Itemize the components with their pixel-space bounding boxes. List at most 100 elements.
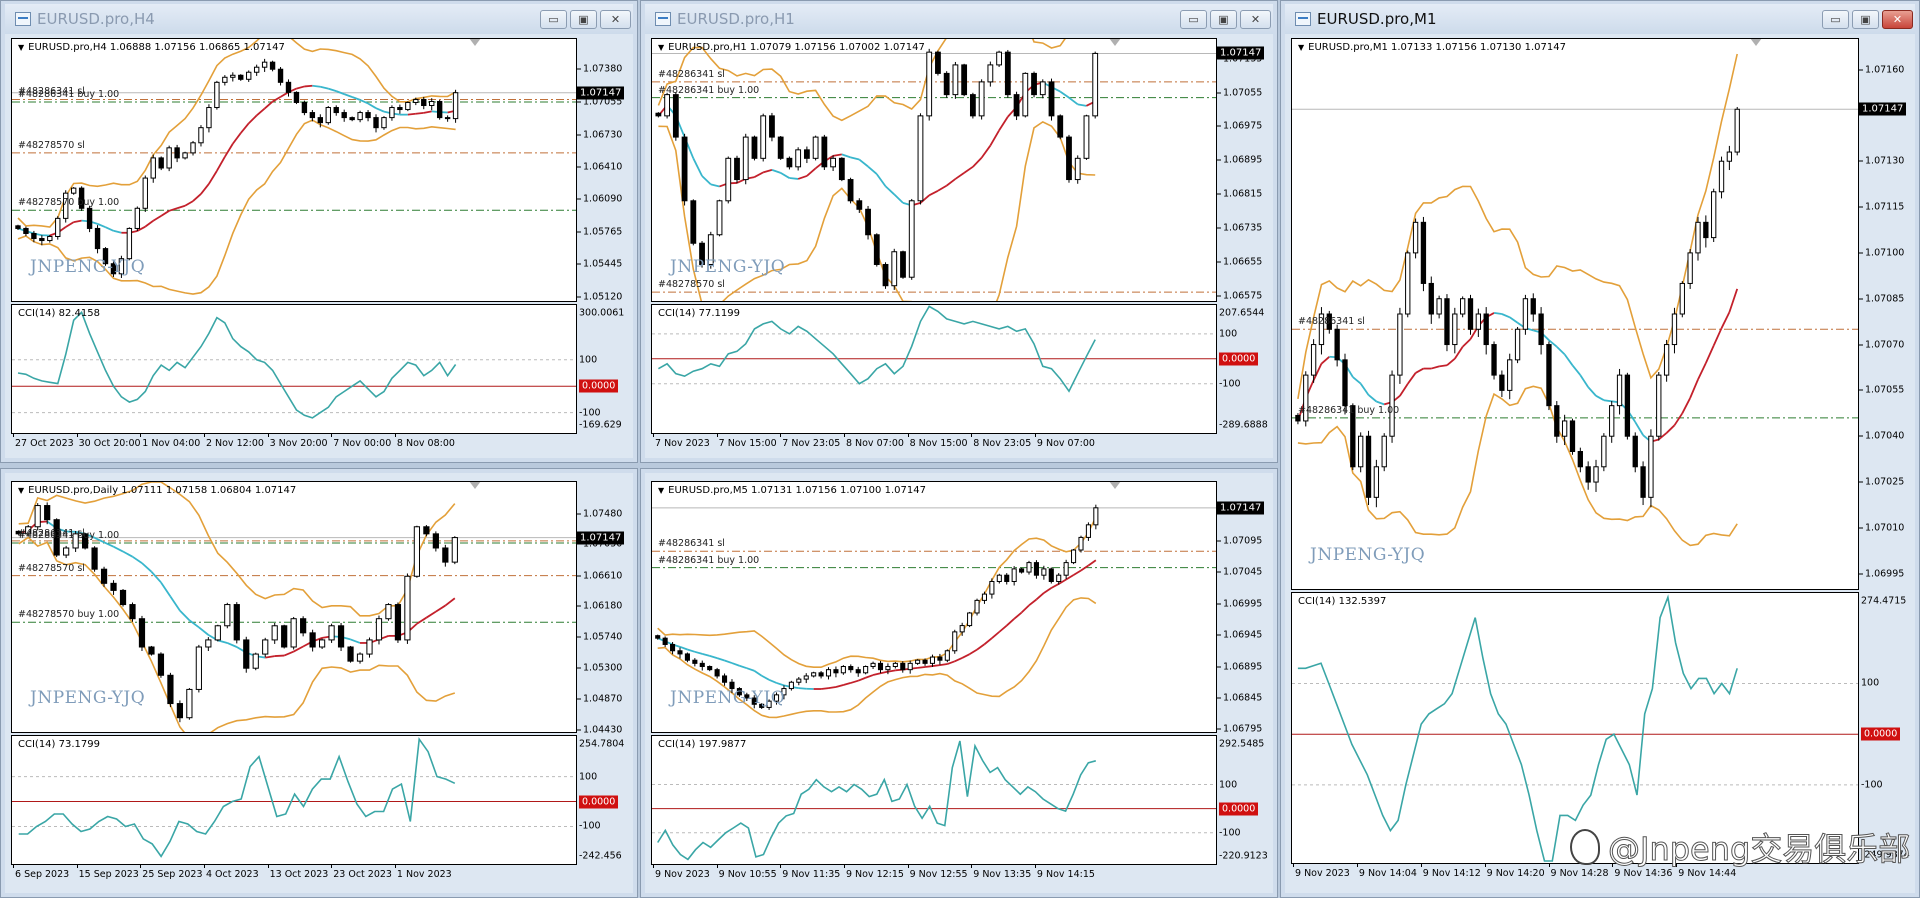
chart-shift-marker[interactable]: [468, 482, 481, 489]
price-chart-panel[interactable]: #48286341 sl #48286341 buy 1.00 #48278570 …: [11, 38, 577, 302]
candle-bull: [1514, 328, 1521, 361]
collapse-triangle-icon[interactable]: ▼: [18, 486, 24, 495]
candle-bull: [811, 672, 817, 677]
cci-indicator-panel[interactable]: CCI(14) 73.1799: [11, 735, 577, 865]
candle-bull: [1397, 313, 1403, 376]
chart-shift-marker[interactable]: [1108, 39, 1121, 46]
price-axis-label: 1.05445: [577, 259, 622, 270]
candle-bull: [1026, 562, 1032, 573]
price-axis[interactable]: 1.07160 1.07130 1.07115 1.07100 1.07085 1.070…: [1859, 39, 1919, 589]
moving-average-segment: [876, 173, 887, 187]
chart-shift-marker[interactable]: [468, 39, 481, 46]
candle-bull: [271, 625, 278, 641]
moving-average-segment: [972, 157, 983, 168]
collapse-triangle-icon[interactable]: ▼: [658, 43, 664, 52]
candle-bull: [413, 526, 421, 577]
candle-bear: [309, 632, 316, 648]
price-chart-panel[interactable]: #48286341 sl #48286341 buy 1.00 #48278570 …: [651, 38, 1217, 302]
price-axis-label: 1.05765: [577, 226, 622, 237]
candle-bull: [989, 580, 995, 595]
time-axis-label: 8 Nov 23:05: [971, 433, 1032, 449]
close-button[interactable]: ✕: [1882, 9, 1913, 29]
chart-window-h1[interactable]: EURUSD.pro,H1 ▭ ▣ ✕ #48286341 sl #48286341 bu…: [640, 0, 1278, 463]
collapse-triangle-icon[interactable]: ▼: [18, 43, 24, 52]
candle-bull: [1507, 359, 1513, 391]
price-axis-label: 1.07160: [1859, 64, 1904, 75]
maximize-button[interactable]: ▣: [1852, 9, 1879, 29]
maximize-button[interactable]: ▣: [1210, 9, 1237, 29]
close-button[interactable]: ✕: [600, 9, 631, 29]
collapse-triangle-icon[interactable]: ▼: [1298, 43, 1304, 52]
moving-average-segment: [144, 220, 154, 228]
candle-bear: [838, 157, 845, 181]
price-axis-label: 1.06180: [577, 600, 622, 611]
title-bar[interactable]: EURUSD.pro,H4 ▭ ▣ ✕: [5, 4, 633, 34]
price-axis-label: 1.07085: [1859, 293, 1904, 304]
candle-bear: [176, 703, 184, 719]
minimize-button[interactable]: ▭: [1180, 9, 1207, 29]
moving-average-segment: [160, 581, 172, 597]
candle-bear: [436, 100, 443, 119]
chart-window-m1[interactable]: EURUSD.pro,M1 ▭ ▣ ✕ #48286341 sl #48286341 bu…: [1280, 0, 1920, 898]
price-axis[interactable]: 1.071351.070551.069751.068951.068151.067…: [1217, 39, 1277, 302]
candle-bear: [301, 101, 308, 114]
time-axis[interactable]: 9 Nov 2023 9 Nov 10:55 9 Nov 11:35 9 Nov 12…: [653, 864, 1219, 883]
moving-average-segment: [188, 619, 200, 629]
collapse-triangle-icon[interactable]: ▼: [658, 486, 664, 495]
candle-bear: [337, 625, 345, 648]
current-price-label: 1.07147: [1859, 102, 1907, 116]
moving-average-segment: [274, 654, 285, 657]
price-axis[interactable]: 1.07380 1.07055 1.06730 1.06410 1.06090 1.057…: [577, 39, 637, 302]
close-button[interactable]: ✕: [1240, 9, 1271, 29]
title-bar[interactable]: EURUSD.pro,M1 ▭ ▣ ✕: [1285, 4, 1915, 34]
candle-bull: [34, 505, 41, 528]
minimize-button[interactable]: ▭: [540, 9, 567, 29]
time-axis[interactable]: 27 Oct 2023 30 Oct 20:00 1 Nov 04:00 2 Nov …: [13, 433, 579, 452]
cci-axis-label: -100: [579, 407, 601, 419]
cci-zero-label: 0.0000: [579, 795, 619, 809]
candle-bear: [167, 674, 174, 705]
candle-bear: [333, 107, 339, 114]
candle-bear: [684, 653, 690, 661]
moving-average-segment: [1462, 338, 1472, 348]
candle-bull: [252, 653, 259, 669]
candle-bear: [751, 136, 758, 159]
chart-window-h4[interactable]: EURUSD.pro,H4 ▭ ▣ ✕ #48286341 sl #48286341 bu…: [0, 0, 638, 463]
moving-average-segment: [820, 687, 829, 690]
moving-average-segment: [716, 657, 725, 662]
cci-indicator-panel[interactable]: CCI(14) 197.9877: [651, 735, 1217, 865]
candle-bear: [39, 238, 45, 242]
title-bar[interactable]: EURUSD.pro,H1 ▭ ▣ ✕: [645, 4, 1273, 34]
time-axis[interactable]: 7 Nov 2023 7 Nov 15:00 7 Nov 23:05 8 Nov 07…: [653, 433, 1219, 452]
maximize-button[interactable]: ▣: [570, 9, 597, 29]
moving-average-segment: [939, 663, 948, 667]
price-axis-label: 1.07380: [577, 64, 622, 75]
time-axis[interactable]: 9 Nov 2023 9 Nov 14:04 9 Nov 14:12 9 Nov 14…: [1293, 863, 1861, 882]
moving-average-segment: [746, 667, 755, 672]
candle-bear: [1365, 435, 1372, 498]
price-axis-label: 1.05740: [577, 632, 622, 643]
candle-bear: [1703, 221, 1709, 239]
moving-average-segment: [105, 226, 114, 232]
chart-window-m5[interactable]: #48286341 sl #48286341 buy 1.00 ▼ EURUSD.pr…: [640, 468, 1278, 898]
time-axis[interactable]: 6 Sep 2023 15 Sep 2023 25 Sep 2023 4 Oct 20…: [12, 864, 579, 883]
cci-axis-label: -100: [579, 820, 601, 832]
chart-shift-marker[interactable]: [1750, 39, 1763, 46]
price-chart-panel[interactable]: #48286341 sl #48286341 buy 1.00 #48278570 …: [11, 481, 577, 733]
cci-indicator-panel[interactable]: CCI(14) 77.1199: [651, 304, 1217, 434]
chart-window-daily[interactable]: #48286341 sl #48286341 buy 1.00 #48278570 …: [0, 468, 638, 898]
minimize-button[interactable]: ▭: [1822, 9, 1849, 29]
cci-axis-label: 100: [1219, 779, 1238, 790]
candle-bear: [818, 672, 824, 677]
price-chart-panel[interactable]: #48286341 sl #48286341 buy 1.00 ▼ EURUSD.pr…: [651, 481, 1217, 733]
candle-bear: [444, 117, 451, 120]
price-axis[interactable]: 1.07480 1.07050 1.06610 1.06180 1.05740 1.053…: [577, 482, 637, 735]
chart-shift-marker[interactable]: [1108, 482, 1121, 489]
candle-bull: [1063, 562, 1069, 576]
price-chart-panel[interactable]: #48286341 sl #48286341 buy 1.00 ▼ EURUSD.pr…: [1291, 38, 1859, 590]
cci-indicator-panel[interactable]: CCI(14) 82.4158: [11, 304, 577, 434]
price-axis[interactable]: 1.07095 1.07045 1.06995 1.06945 1.06895 1.068…: [1217, 482, 1277, 735]
moving-average-segment: [226, 642, 238, 648]
candle-bear: [1004, 574, 1010, 582]
time-axis-label: 8 Nov 08:00: [394, 433, 455, 449]
